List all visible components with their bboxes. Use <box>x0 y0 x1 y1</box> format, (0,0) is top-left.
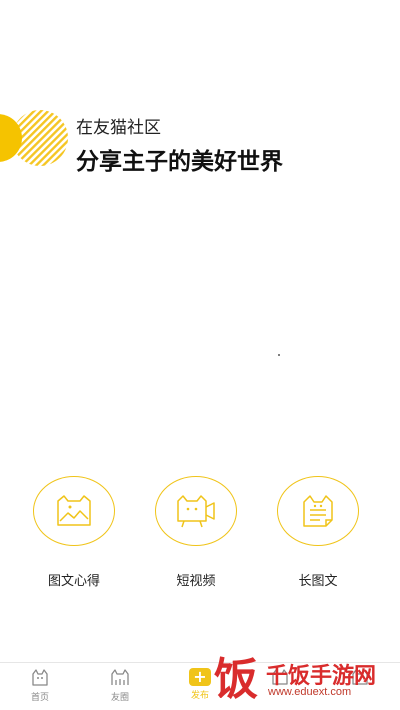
plus-icon: + <box>189 668 211 686</box>
option-long-article[interactable]: 长图文 <box>276 476 360 589</box>
option-image-text-circle[interactable] <box>33 476 115 546</box>
cat-home-icon <box>32 669 48 686</box>
option-short-video[interactable]: 短视频 <box>154 476 238 589</box>
cat-image-icon <box>57 495 91 526</box>
tab-publish-label: 发布 <box>190 691 209 701</box>
option-long-article-circle[interactable] <box>277 476 359 546</box>
tab-home[interactable]: 首页 <box>0 663 80 710</box>
option-short-video-circle[interactable] <box>155 476 237 546</box>
option-short-video-label: 短视频 <box>176 574 216 589</box>
cat-friends-icon <box>111 669 129 685</box>
tab-home-label: 首页 <box>30 693 49 703</box>
tab-friends-label: 友圈 <box>110 693 129 703</box>
header-subtitle: 在友猫社区 <box>76 118 161 138</box>
option-long-article-label: 长图文 <box>298 574 338 589</box>
decorative-circles <box>0 110 68 166</box>
option-image-text-label: 图文心得 <box>47 574 100 589</box>
header-title: 分享主子的美好世界 <box>76 149 283 175</box>
cat-video-icon <box>177 495 215 528</box>
cat-document-icon <box>303 495 333 527</box>
dust-speck <box>278 354 280 356</box>
tab-publish[interactable]: + 发布 <box>160 663 240 710</box>
tab-friends[interactable]: 友圈 <box>80 663 160 710</box>
cat-profile-icon <box>352 669 368 685</box>
option-image-text[interactable]: 图文心得 <box>32 476 116 589</box>
cat-message-icon <box>272 669 288 685</box>
tab-messages[interactable] <box>240 663 320 710</box>
bottom-tab-bar: 首页 友圈 + 发布 <box>0 662 400 710</box>
tab-profile[interactable] <box>320 663 400 710</box>
